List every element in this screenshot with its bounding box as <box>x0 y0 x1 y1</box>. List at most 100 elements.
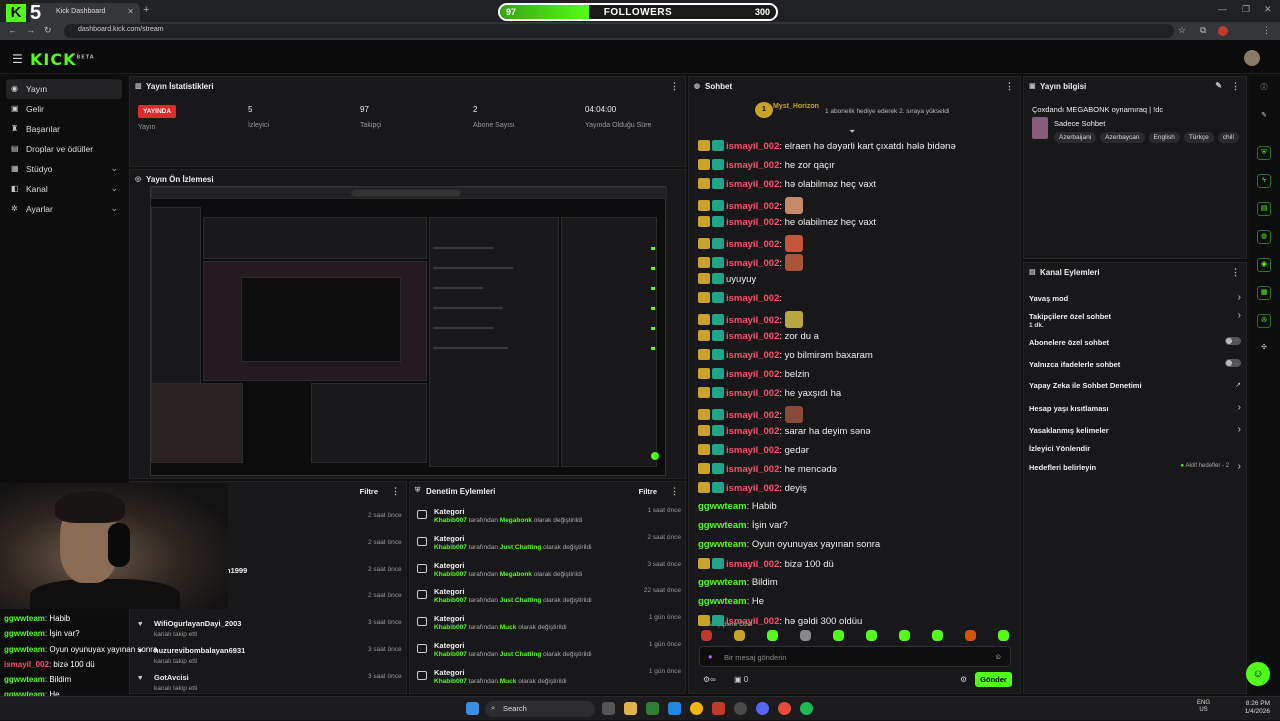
channel-action-item[interactable]: Yapay Zeka ile Sohbet Denetimi ↗ <box>1029 381 1243 390</box>
hamburger-menu-icon[interactable]: ☰ <box>12 52 23 66</box>
lightning-icon[interactable]: ϟ <box>1257 174 1271 188</box>
taskbar-search[interactable]: ⌕ Search <box>485 701 595 717</box>
minimize-icon[interactable]: — <box>1218 4 1227 14</box>
sidebar-item-yayin[interactable]: ◉ Yayın <box>6 79 122 99</box>
toggle-switch[interactable] <box>1225 337 1241 345</box>
chat-username[interactable]: ismayil_002 <box>726 369 779 380</box>
emote-picker-item[interactable] <box>866 630 877 641</box>
send-button[interactable]: Gönder <box>975 672 1012 687</box>
chat-username[interactable]: ismayil_002 <box>726 141 779 152</box>
chat-username[interactable]: ismayil_002 <box>726 179 779 190</box>
chat-username[interactable]: ismayil_002 <box>726 217 779 228</box>
channel-action-item[interactable]: Abonelere özel sohbet <box>1029 337 1243 347</box>
more-options-icon[interactable]: ⋮ <box>391 486 400 497</box>
app-icon[interactable] <box>646 702 659 715</box>
clock[interactable]: 8:26 PM 1/4/2026 <box>1245 700 1270 716</box>
emote-picker-item[interactable] <box>932 630 943 641</box>
chat-username[interactable]: ismayil_002 <box>726 483 779 494</box>
file-explorer-icon[interactable] <box>624 702 637 715</box>
browser-tab[interactable]: Kick Dashboard ✕ <box>30 3 140 22</box>
emote-picker-item[interactable] <box>800 630 811 641</box>
broadcast-icon[interactable]: ◉ <box>1257 258 1271 272</box>
collapse-icon[interactable]: ⏷ <box>849 127 855 137</box>
task-view-icon[interactable] <box>602 702 615 715</box>
pinned-user[interactable]: Myst_Horizon <box>773 103 819 110</box>
emote-picker-item[interactable] <box>767 630 778 641</box>
emote-picker-item[interactable] <box>965 630 976 641</box>
chat-username[interactable]: ggwwteam <box>698 539 747 550</box>
layout-icon[interactable]: ▦ <box>1257 286 1271 300</box>
close-window-icon[interactable]: ✕ <box>1264 4 1272 15</box>
chat-username[interactable]: ismayil_002 <box>726 559 779 570</box>
clipboard-icon[interactable]: ▤ <box>1257 202 1271 216</box>
channel-action-item[interactable]: Hedefleri belirleyin › ● Aktif hedefler - … <box>1029 461 1243 472</box>
chat-username[interactable]: ggwwteam <box>698 596 747 607</box>
windows-start-icon[interactable] <box>466 702 479 715</box>
chat-username[interactable]: ismayil_002 <box>726 201 779 212</box>
discord-icon[interactable] <box>756 702 769 715</box>
more-options-icon[interactable]: ⋮ <box>1005 81 1014 92</box>
sidebar-item-studyo[interactable]: ▦ Stüdyo ⌄ <box>0 159 128 179</box>
chat-username[interactable]: ismayil_002 <box>726 350 779 361</box>
sidebar-item-ayarlar[interactable]: ✲ Ayarlar ⌄ <box>0 199 128 219</box>
emote-picker-item[interactable] <box>833 630 844 641</box>
chat-username[interactable]: ismayil_002 <box>726 239 779 250</box>
app-icon[interactable] <box>778 702 791 715</box>
more-options-icon[interactable]: ⋮ <box>670 81 679 92</box>
more-options-icon[interactable]: ⋮ <box>1231 267 1240 278</box>
channel-action-item[interactable]: Hesap yaşı kısıtlaması › <box>1029 402 1243 413</box>
puzzle-icon[interactable]: ✣ <box>1257 342 1271 356</box>
obs-icon[interactable] <box>734 702 747 715</box>
chat-username[interactable]: ismayil_002 <box>726 258 779 269</box>
settings-icon[interactable]: ⚙ <box>960 675 967 684</box>
language-indicator[interactable]: ENG US <box>1197 700 1210 714</box>
channel-action-item[interactable]: Takipçilere özel sohbet 1 dk. › <box>1029 310 1243 329</box>
emote-picker-item[interactable] <box>899 630 910 641</box>
gift-icon[interactable]: ▣ 0 <box>734 675 748 684</box>
browser-menu-icon[interactable]: ⋮ <box>1262 25 1271 36</box>
channel-action-item[interactable]: Yavaş mod › <box>1029 292 1243 303</box>
chat-username[interactable]: ggwwteam <box>698 501 747 512</box>
emote-picker-item[interactable] <box>701 630 712 641</box>
sidebar-item-kanal[interactable]: ◧ Kanal ⌄ <box>0 179 128 199</box>
toggle-switch[interactable] <box>1225 359 1241 367</box>
chat-username[interactable]: ismayil_002 <box>726 331 779 342</box>
profile-icon[interactable] <box>1218 26 1228 36</box>
bookmark-star-icon[interactable]: ☆ <box>1178 25 1186 36</box>
info-icon[interactable]: ⓘ <box>1257 82 1271 96</box>
chat-username[interactable]: ismayil_002 <box>726 410 779 421</box>
back-icon[interactable]: ← <box>8 25 17 35</box>
chat-username[interactable]: ismayil_002 <box>726 464 779 475</box>
app-icon[interactable] <box>668 702 681 715</box>
new-tab-icon[interactable]: + <box>143 4 149 16</box>
chrome-icon[interactable] <box>690 702 703 715</box>
channel-action-item[interactable]: Yalnızca ifadelerle sohbet <box>1029 359 1243 369</box>
edit-icon[interactable]: ✎ <box>1257 110 1271 124</box>
sidebar-item-droplar[interactable]: ▤ Droplar ve ödüller <box>0 139 128 159</box>
chat-message-input[interactable]: ● Bir mesaj gönderin ☺ <box>699 646 1011 667</box>
reload-icon[interactable]: ↻ <box>44 25 52 36</box>
app-icon[interactable] <box>712 702 725 715</box>
emote-picker-item[interactable] <box>734 630 745 641</box>
channel-action-item[interactable]: Yasaklanmış kelimeler › <box>1029 424 1243 435</box>
user-avatar[interactable] <box>1244 50 1260 66</box>
chat-username[interactable]: ggwwteam <box>698 577 747 588</box>
maximize-icon[interactable]: ❐ <box>1242 4 1250 15</box>
chat-username[interactable]: ismayil_002 <box>726 616 779 627</box>
stream-preview-video[interactable] <box>150 186 667 476</box>
chat-username[interactable]: ggwwteam <box>698 520 747 531</box>
chat-username[interactable]: ismayil_002 <box>726 445 779 456</box>
channel-action-item[interactable]: İzleyici Yönlendir <box>1029 444 1243 453</box>
chat-username[interactable]: ismayil_002 <box>726 388 779 399</box>
moderation-icon[interactable]: ⛨ <box>1257 146 1271 160</box>
url-input[interactable]: dashboard.kick.com/stream <box>64 24 1174 38</box>
spotify-icon[interactable] <box>800 702 813 715</box>
emote-picker-item[interactable] <box>998 630 1009 641</box>
chat-settings-icon[interactable]: ⚙∞ <box>703 675 716 684</box>
support-chat-icon[interactable]: ☺ <box>1246 662 1270 686</box>
chat-bubble-icon[interactable]: ◍ <box>1257 230 1271 244</box>
kick-logo[interactable]: KICKBETA <box>30 50 95 69</box>
forward-icon[interactable]: → <box>26 25 35 35</box>
more-options-icon[interactable]: ⋮ <box>1231 81 1240 92</box>
close-tab-icon[interactable]: ✕ <box>127 7 134 16</box>
